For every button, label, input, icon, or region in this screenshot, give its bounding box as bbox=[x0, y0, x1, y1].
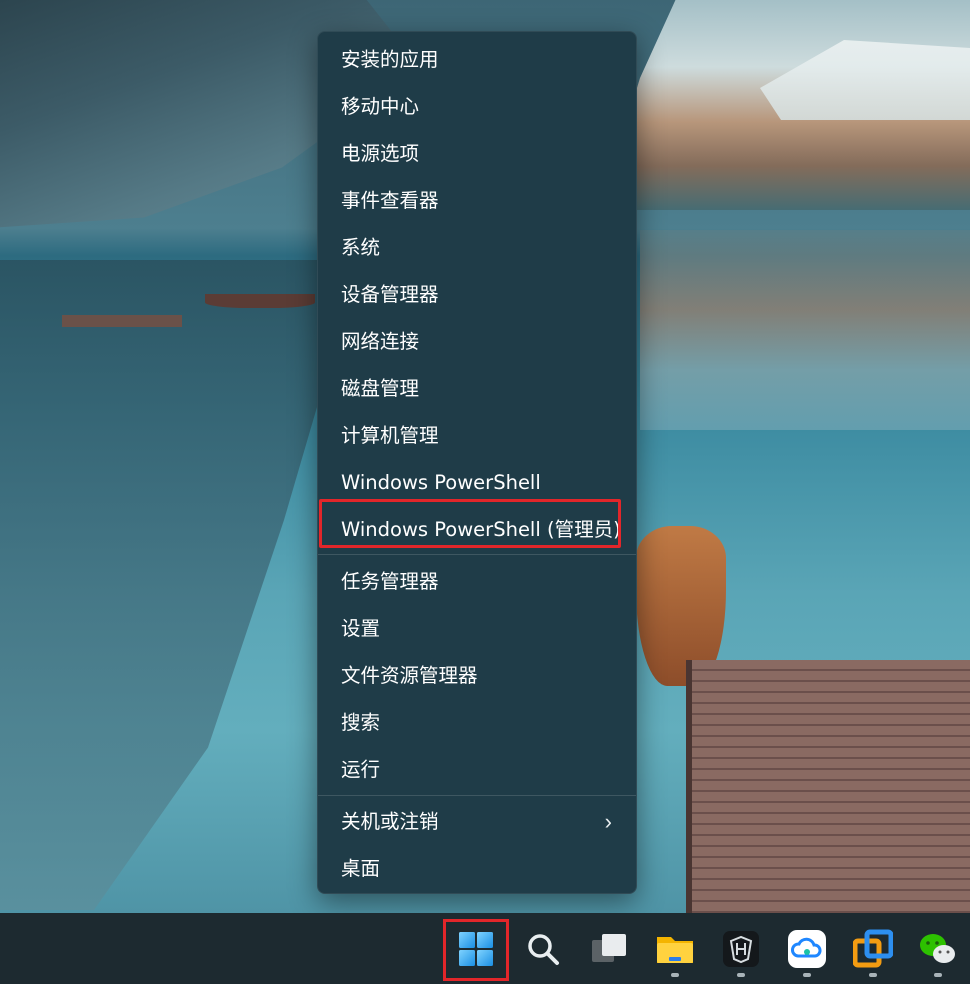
menu-item-task-manager[interactable]: 任务管理器 bbox=[318, 562, 636, 602]
menu-item-settings[interactable]: 设置 bbox=[318, 609, 636, 649]
menu-item-label: 搜索 bbox=[341, 711, 381, 734]
running-indicator bbox=[737, 973, 745, 977]
menu-item-label: 桌面 bbox=[341, 857, 381, 880]
menu-item-label: 关机或注销 bbox=[341, 810, 439, 833]
menu-item-device-manager[interactable]: 设备管理器 bbox=[318, 275, 636, 315]
menu-item-label: 任务管理器 bbox=[341, 570, 439, 593]
lake-reflection-right bbox=[640, 230, 970, 430]
menu-separator bbox=[318, 795, 636, 796]
menu-item-label: 安装的应用 bbox=[341, 48, 439, 71]
raft bbox=[62, 315, 182, 327]
menu-item-label: 系统 bbox=[341, 236, 381, 259]
menu-item-computer-management[interactable]: 计算机管理 bbox=[318, 416, 636, 456]
chevron-right-icon: › bbox=[604, 809, 612, 834]
menu-item-powershell-admin[interactable]: Windows PowerShell (管理员) bbox=[318, 510, 636, 550]
task-view-icon[interactable] bbox=[589, 929, 629, 969]
menu-item-search[interactable]: 搜索 bbox=[318, 703, 636, 743]
menu-item-powershell[interactable]: Windows PowerShell bbox=[318, 463, 636, 503]
menu-item-label: 事件查看器 bbox=[341, 189, 439, 212]
wechat-icon[interactable] bbox=[918, 929, 958, 969]
remote-desktop-icon[interactable] bbox=[852, 929, 894, 969]
menu-item-system[interactable]: 系统 bbox=[318, 228, 636, 268]
running-indicator bbox=[803, 973, 811, 977]
wooden-dock bbox=[686, 660, 970, 913]
menu-item-label: 计算机管理 bbox=[341, 424, 439, 447]
menu-item-power-options[interactable]: 电源选项 bbox=[318, 134, 636, 174]
menu-item-label: 网络连接 bbox=[341, 330, 420, 353]
file-explorer-icon[interactable] bbox=[655, 929, 695, 969]
menu-item-label: 磁盘管理 bbox=[341, 377, 420, 400]
menu-item-file-explorer[interactable]: 文件资源管理器 bbox=[318, 656, 636, 696]
menu-item-mobility-center[interactable]: 移动中心 bbox=[318, 87, 636, 127]
menu-item-label: 设置 bbox=[341, 617, 381, 640]
small-boat bbox=[205, 294, 315, 308]
menu-item-label: 运行 bbox=[341, 758, 381, 781]
menu-item-disk-management[interactable]: 磁盘管理 bbox=[318, 369, 636, 409]
menu-item-installed-apps[interactable]: 安装的应用 bbox=[318, 40, 636, 80]
menu-item-label: Windows PowerShell bbox=[341, 471, 541, 494]
menu-item-event-viewer[interactable]: 事件查看器 bbox=[318, 181, 636, 221]
menu-separator bbox=[318, 554, 636, 555]
menu-item-run[interactable]: 运行 bbox=[318, 750, 636, 790]
search-icon[interactable] bbox=[523, 929, 563, 969]
running-indicator bbox=[869, 973, 877, 977]
running-indicator bbox=[934, 973, 942, 977]
menu-item-label: 设备管理器 bbox=[341, 283, 439, 306]
menu-item-network-connections[interactable]: 网络连接 bbox=[318, 322, 636, 362]
game-app-icon[interactable] bbox=[721, 929, 761, 969]
winx-context-menu: 安装的应用 移动中心 电源选项 事件查看器 系统 设备管理器 网络连接 磁盘管理… bbox=[317, 31, 637, 894]
menu-item-label: 移动中心 bbox=[341, 95, 420, 118]
lake-reflection-left bbox=[0, 260, 360, 910]
menu-item-label: 电源选项 bbox=[341, 142, 420, 165]
running-indicator bbox=[671, 973, 679, 977]
cloud-drive-icon[interactable] bbox=[787, 929, 827, 969]
menu-item-label: Windows PowerShell (管理员) bbox=[341, 518, 621, 541]
start-highlight-box bbox=[443, 919, 509, 981]
menu-item-desktop[interactable]: 桌面 bbox=[318, 849, 636, 889]
menu-item-label: 文件资源管理器 bbox=[341, 664, 478, 687]
menu-item-shutdown-signout[interactable]: 关机或注销 › bbox=[318, 802, 636, 842]
